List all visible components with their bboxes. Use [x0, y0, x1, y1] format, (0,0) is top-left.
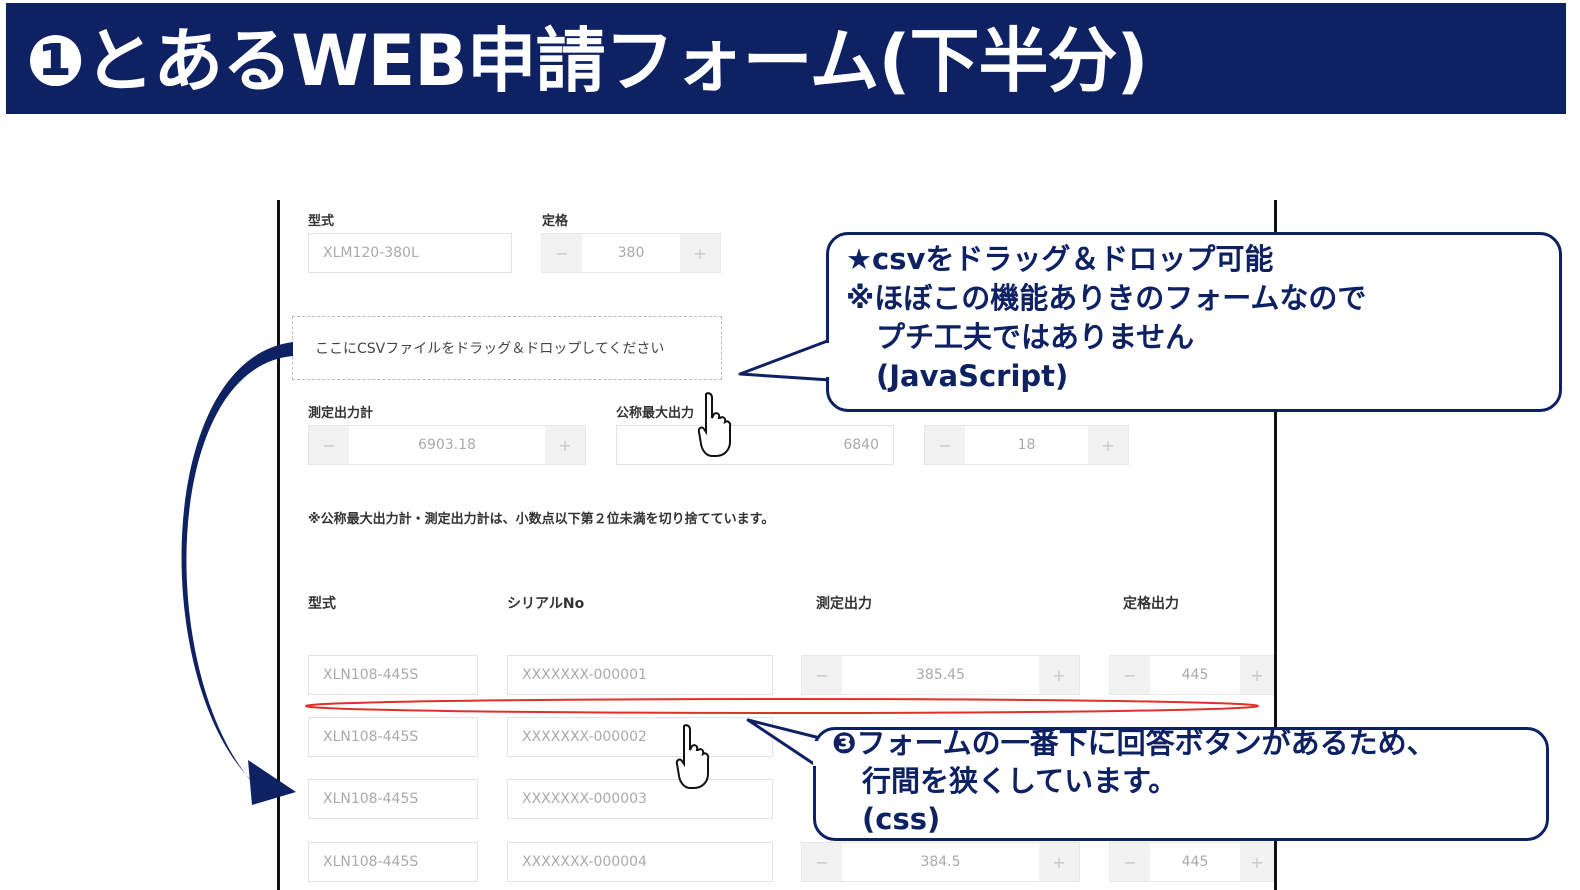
callout-bottom-tail-join	[813, 741, 821, 766]
callout-top-line3: プチ工夫ではありません	[876, 320, 1195, 354]
callout-top-line4: (JavaScript)	[876, 359, 1069, 393]
callout-bottom-line3: (css)	[862, 802, 941, 836]
hand-pointer-icon	[697, 392, 732, 457]
hand-pointer-icon-2	[675, 724, 710, 789]
callout-top-tail	[738, 338, 832, 382]
curved-arrow-head	[248, 760, 296, 805]
callout-top-tail-join	[826, 343, 834, 377]
callout-bottom-tail	[746, 718, 822, 770]
callout-top-line2: ※ほぼこの機能ありきのフォームなので	[846, 281, 1367, 315]
row-gap-highlight	[305, 698, 1259, 714]
curved-arrow	[181, 342, 293, 800]
callout-top-line1: ★csvをドラッグ＆ドロップ可能	[846, 242, 1274, 276]
callout-bottom-line2: 行間を狭くしています。	[862, 764, 1178, 798]
callout-bottom-line1: ❸フォームの一番下に回答ボタンがあるため、	[832, 726, 1436, 760]
